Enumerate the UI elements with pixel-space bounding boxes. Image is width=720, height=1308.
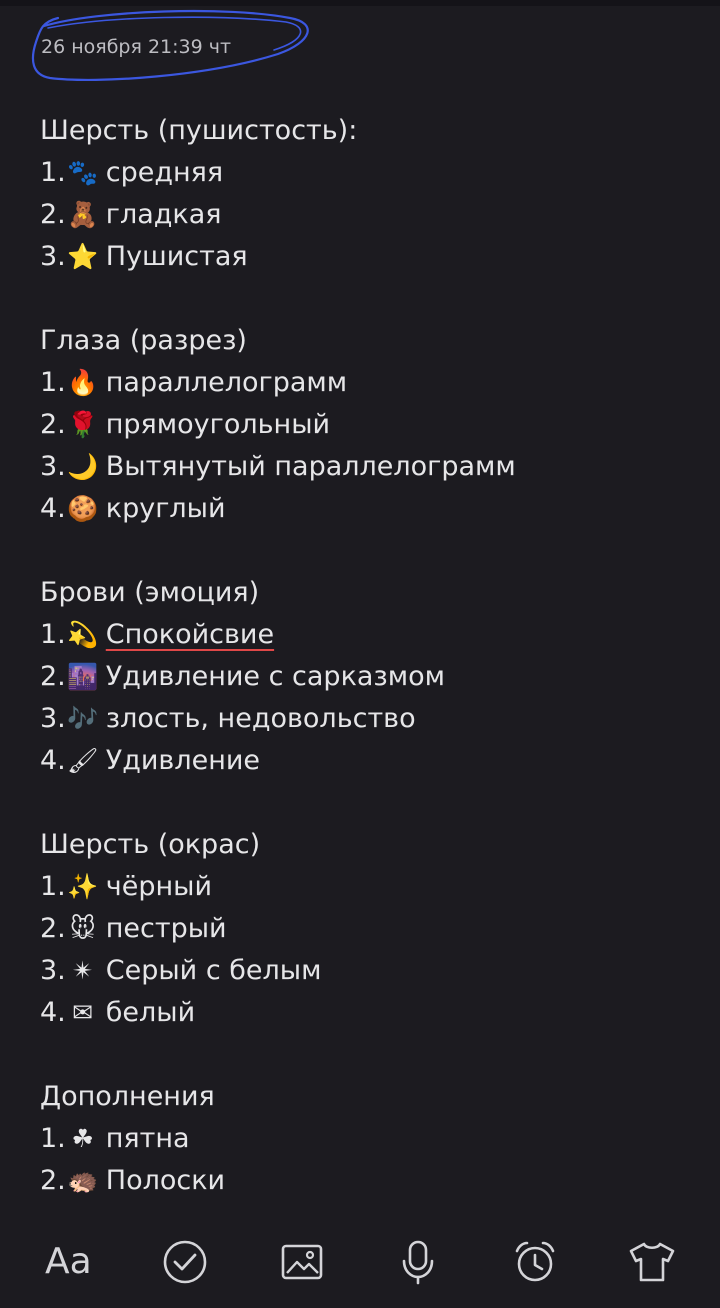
item-text: Вытянутый параллелограмм [105, 451, 516, 482]
bottom-toolbar: Aa [0, 1215, 720, 1308]
section-eyes-shape: Глаза (разрез) 1. 🔥 параллелограмм 2.🌹 пря… [40, 320, 700, 530]
section-fur-color: Шерсть (окрас) 1.✨ чёрный 2. 🐭 пестрый 3. ✴ С… [40, 824, 700, 1034]
item-number: 1. [40, 157, 66, 188]
envelope-icon: ✉ [72, 998, 94, 1027]
list-item: 2.🌹 прямоугольный [40, 404, 700, 446]
item-number: 1. [40, 1123, 66, 1154]
section-brows-emotion: Брови (эмоция) 1.💫 Спокойсвие 2.🌆 Удивлени… [40, 572, 700, 782]
list-item: 1.🐾 средняя [40, 152, 700, 194]
reminder-button[interactable] [505, 1232, 565, 1292]
crescent-moon-icon: 🌙 [67, 452, 99, 481]
list-item: 3.⭐ Пушистая [40, 236, 700, 278]
item-number: 2. [40, 1165, 66, 1196]
list-item: 4. ✉ белый [40, 992, 700, 1034]
image-icon [281, 1244, 322, 1279]
section-heading: Брови (эмоция) [40, 577, 260, 608]
microphone-icon [402, 1240, 434, 1284]
item-text: гладкая [105, 199, 222, 230]
paw-prints-icon: 🐾 [67, 158, 99, 187]
item-number: 3. [40, 241, 66, 272]
list-item: 2. 🐭 пестрый [40, 908, 700, 950]
item-text: Пушистая [105, 241, 248, 272]
item-text: средняя [105, 157, 224, 188]
text-format-button[interactable]: Aa [38, 1232, 98, 1292]
item-text: злость, недовольство [105, 703, 416, 734]
item-number: 2. [40, 661, 66, 692]
musical-notes-icon: 🎶 [67, 704, 99, 733]
star-icon: ⭐ [67, 242, 99, 271]
shirt-icon [629, 1242, 674, 1281]
cookie-icon: 🍪 [67, 494, 99, 523]
section-heading: Дополнения [40, 1081, 215, 1112]
item-text: Серый с белым [105, 955, 322, 986]
item-number: 4. [40, 997, 66, 1028]
teddy-bear-icon: 🧸 [67, 200, 99, 229]
list-item: 4.🖌 Удивление [40, 740, 700, 782]
list-item: 1. ☘ пятна [40, 1118, 700, 1160]
alarm-clock-icon [515, 1241, 555, 1281]
item-text: белый [105, 997, 196, 1028]
item-text: Полоски [105, 1165, 226, 1196]
date-text: 26 ноября 21:39 чт [41, 36, 232, 58]
item-number: 1. [40, 871, 66, 902]
item-text: пятна [105, 1123, 190, 1154]
list-item: 2.🦔 Полоски [40, 1160, 700, 1202]
section-additions: Дополнения 1. ☘ пятна 2.🦔 Полоски [40, 1076, 700, 1202]
note-body[interactable]: Шерсть (пушистость): 1.🐾 средняя 2.🧸 гладк… [40, 110, 700, 1215]
list-item: 4.🍪 круглый [40, 488, 700, 530]
checklist-icon [163, 1240, 207, 1283]
item-number: 4. [40, 745, 66, 776]
item-text: прямоугольный [105, 409, 331, 440]
city-dusk-icon: 🌆 [67, 662, 99, 691]
item-number: 2. [40, 199, 66, 230]
item-number: 1. [40, 367, 66, 398]
item-number: 3. [40, 451, 66, 482]
list-item: 3.🎶 злость, недовольство [40, 698, 700, 740]
paintbrush-icon: 🖌 [66, 746, 99, 775]
item-number: 2. [40, 913, 66, 944]
voice-record-button[interactable] [388, 1232, 448, 1292]
item-text: Удивление с сарказмом [105, 661, 446, 692]
dizzy-icon: 💫 [67, 620, 99, 649]
item-number: 3. [40, 703, 66, 734]
item-text: Удивление [105, 745, 261, 776]
section-heading: Глаза (разрез) [40, 325, 247, 356]
misspelled-word[interactable]: Спокойсвие [106, 619, 274, 650]
section-fur-fluffiness: Шерсть (пушистость): 1.🐾 средняя 2.🧸 гладк… [40, 110, 700, 278]
section-heading: Шерсть (окрас) [40, 829, 261, 860]
list-item: 3.🌙 Вытянутый параллелограмм [40, 446, 700, 488]
sparkles-icon: ✨ [67, 872, 99, 901]
item-number: 4. [40, 493, 66, 524]
item-text: параллелограмм [105, 367, 348, 398]
top-divider [0, 0, 720, 6]
eight-pointed-star-icon: ✴ [72, 956, 94, 985]
list-item: 2.🌆 Удивление с сарказмом [40, 656, 700, 698]
item-text: круглый [105, 493, 226, 524]
list-item: 1. 🔥 параллелограмм [40, 362, 700, 404]
mouse-face-icon: 🐭 [69, 914, 96, 943]
rose-icon: 🌹 [67, 410, 99, 439]
note-date[interactable]: 26 ноября 21:39 чт [28, 8, 313, 86]
shamrock-icon: ☘ [71, 1124, 94, 1153]
theme-button[interactable] [622, 1232, 682, 1292]
list-item: 2.🧸 гладкая [40, 194, 700, 236]
list-item: 3. ✴ Серый с белым [40, 950, 700, 992]
insert-image-button[interactable] [272, 1232, 332, 1292]
fire-icon: 🔥 [67, 368, 99, 397]
list-item: 1.✨ чёрный [40, 866, 700, 908]
item-number: 1. [40, 619, 66, 650]
item-number: 3. [40, 955, 66, 986]
item-text: пестрый [105, 913, 227, 944]
item-text: чёрный [105, 871, 212, 902]
section-heading: Шерсть (пушистость): [40, 115, 358, 146]
list-item: 1.💫 Спокойсвие [40, 614, 700, 656]
checklist-button[interactable] [155, 1232, 215, 1292]
hedgehog-icon: 🦔 [67, 1166, 99, 1195]
item-number: 2. [40, 409, 66, 440]
text-format-label: Aa [44, 1241, 92, 1282]
